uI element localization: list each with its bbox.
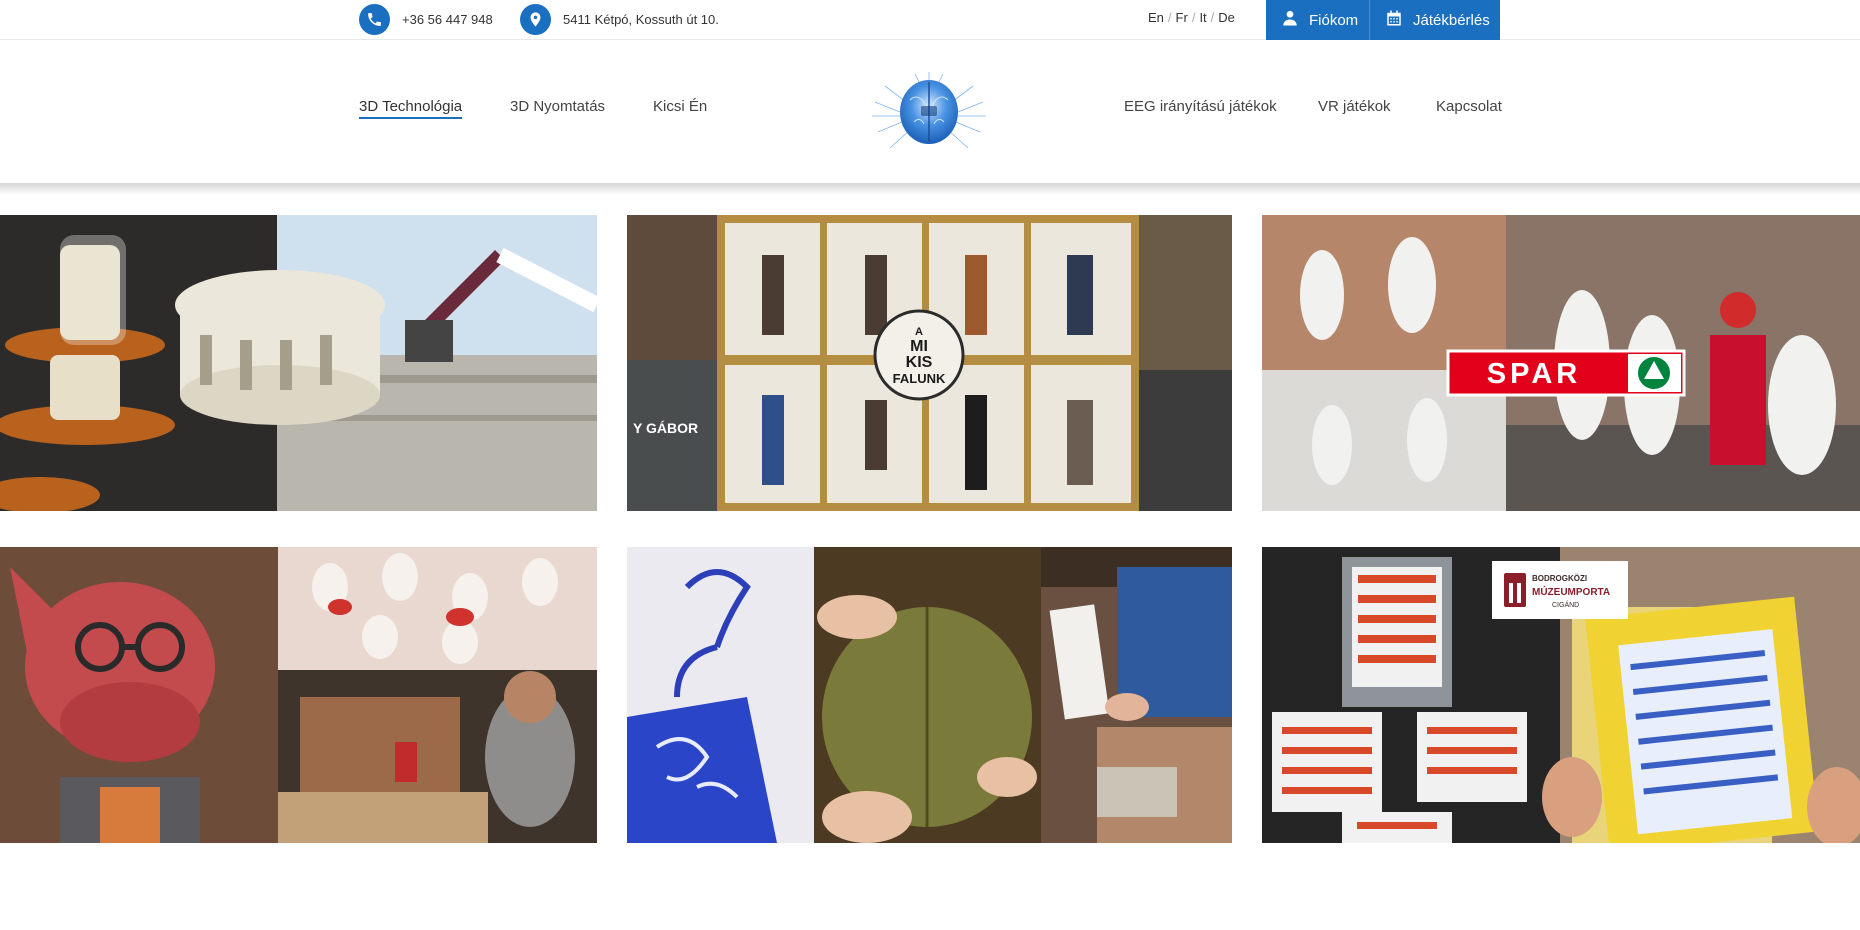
museum-logo-line-1: BODROGKÖZI: [1532, 574, 1587, 583]
top-bar: +36 56 447 948 5411 Kétpó, Kossuth út 10…: [0, 0, 1860, 40]
nav-3d-printing[interactable]: 3D Nyomtatás: [510, 98, 605, 115]
nav-kicsi-en[interactable]: Kicsi Én: [653, 98, 707, 115]
nav-contact[interactable]: Kapcsolat: [1436, 98, 1502, 115]
side-name-text: Y GÁBOR: [633, 420, 698, 436]
map-pin-icon: [520, 3, 551, 35]
nav-vr-games[interactable]: VR játékok: [1318, 98, 1391, 115]
badge-line-1: A: [915, 326, 923, 338]
lang-separator: /: [1167, 10, 1172, 25]
tile-animated-character[interactable]: [0, 547, 597, 843]
lang-fr[interactable]: Fr: [1176, 10, 1188, 25]
lang-de[interactable]: De: [1218, 10, 1235, 25]
badge-line-3: KIS: [906, 354, 933, 371]
address-text: 5411 Kétpó, Kossuth út 10.: [563, 11, 719, 27]
user-icon: [1281, 9, 1299, 31]
tile-craft-workshop[interactable]: [627, 547, 1232, 843]
badge-line-4: FALUNK: [893, 371, 946, 386]
museum-logo-line-2: MÚZEUMPORTA: [1532, 585, 1610, 598]
phone-icon: [359, 3, 390, 35]
rent-label: Játékbérlés: [1413, 11, 1490, 29]
header-shadow: [0, 183, 1860, 195]
lang-separator: /: [1191, 10, 1196, 25]
tile-a-mi-kis-falunk[interactable]: A MI KIS FALUNK Y GÁBOR: [627, 215, 1232, 511]
tile-museum-embroidery[interactable]: BODROGKÖZI MÚZEUMPORTA CIGÁND: [1262, 547, 1860, 843]
spar-logo-text: SPAR: [1487, 358, 1581, 390]
brain-logo[interactable]: [870, 72, 988, 152]
language-switcher: En / Fr / It / De: [1148, 10, 1235, 25]
phone-number: +36 56 447 948: [402, 11, 493, 27]
tile-architecture-models[interactable]: [0, 215, 597, 511]
lang-it[interactable]: It: [1199, 10, 1206, 25]
lang-en[interactable]: En: [1148, 10, 1164, 25]
address-contact[interactable]: 5411 Kétpó, Kossuth út 10.: [520, 3, 719, 35]
game-rental-button[interactable]: Játékbérlés: [1369, 0, 1500, 40]
museum-logo-line-3: CIGÁND: [1552, 600, 1579, 609]
phone-contact[interactable]: +36 56 447 948: [359, 3, 493, 35]
tile-spar-figures[interactable]: SPAR: [1262, 215, 1860, 511]
lang-separator: /: [1210, 10, 1215, 25]
calendar-icon: [1385, 9, 1403, 31]
account-label: Fiókom: [1309, 11, 1359, 29]
badge-line-2: MI: [910, 338, 928, 355]
nav-3d-technology[interactable]: 3D Technológia: [359, 98, 463, 119]
account-button[interactable]: Fiókom: [1266, 0, 1369, 40]
nav-eeg-games[interactable]: EEG irányítású játékok: [1124, 98, 1277, 115]
